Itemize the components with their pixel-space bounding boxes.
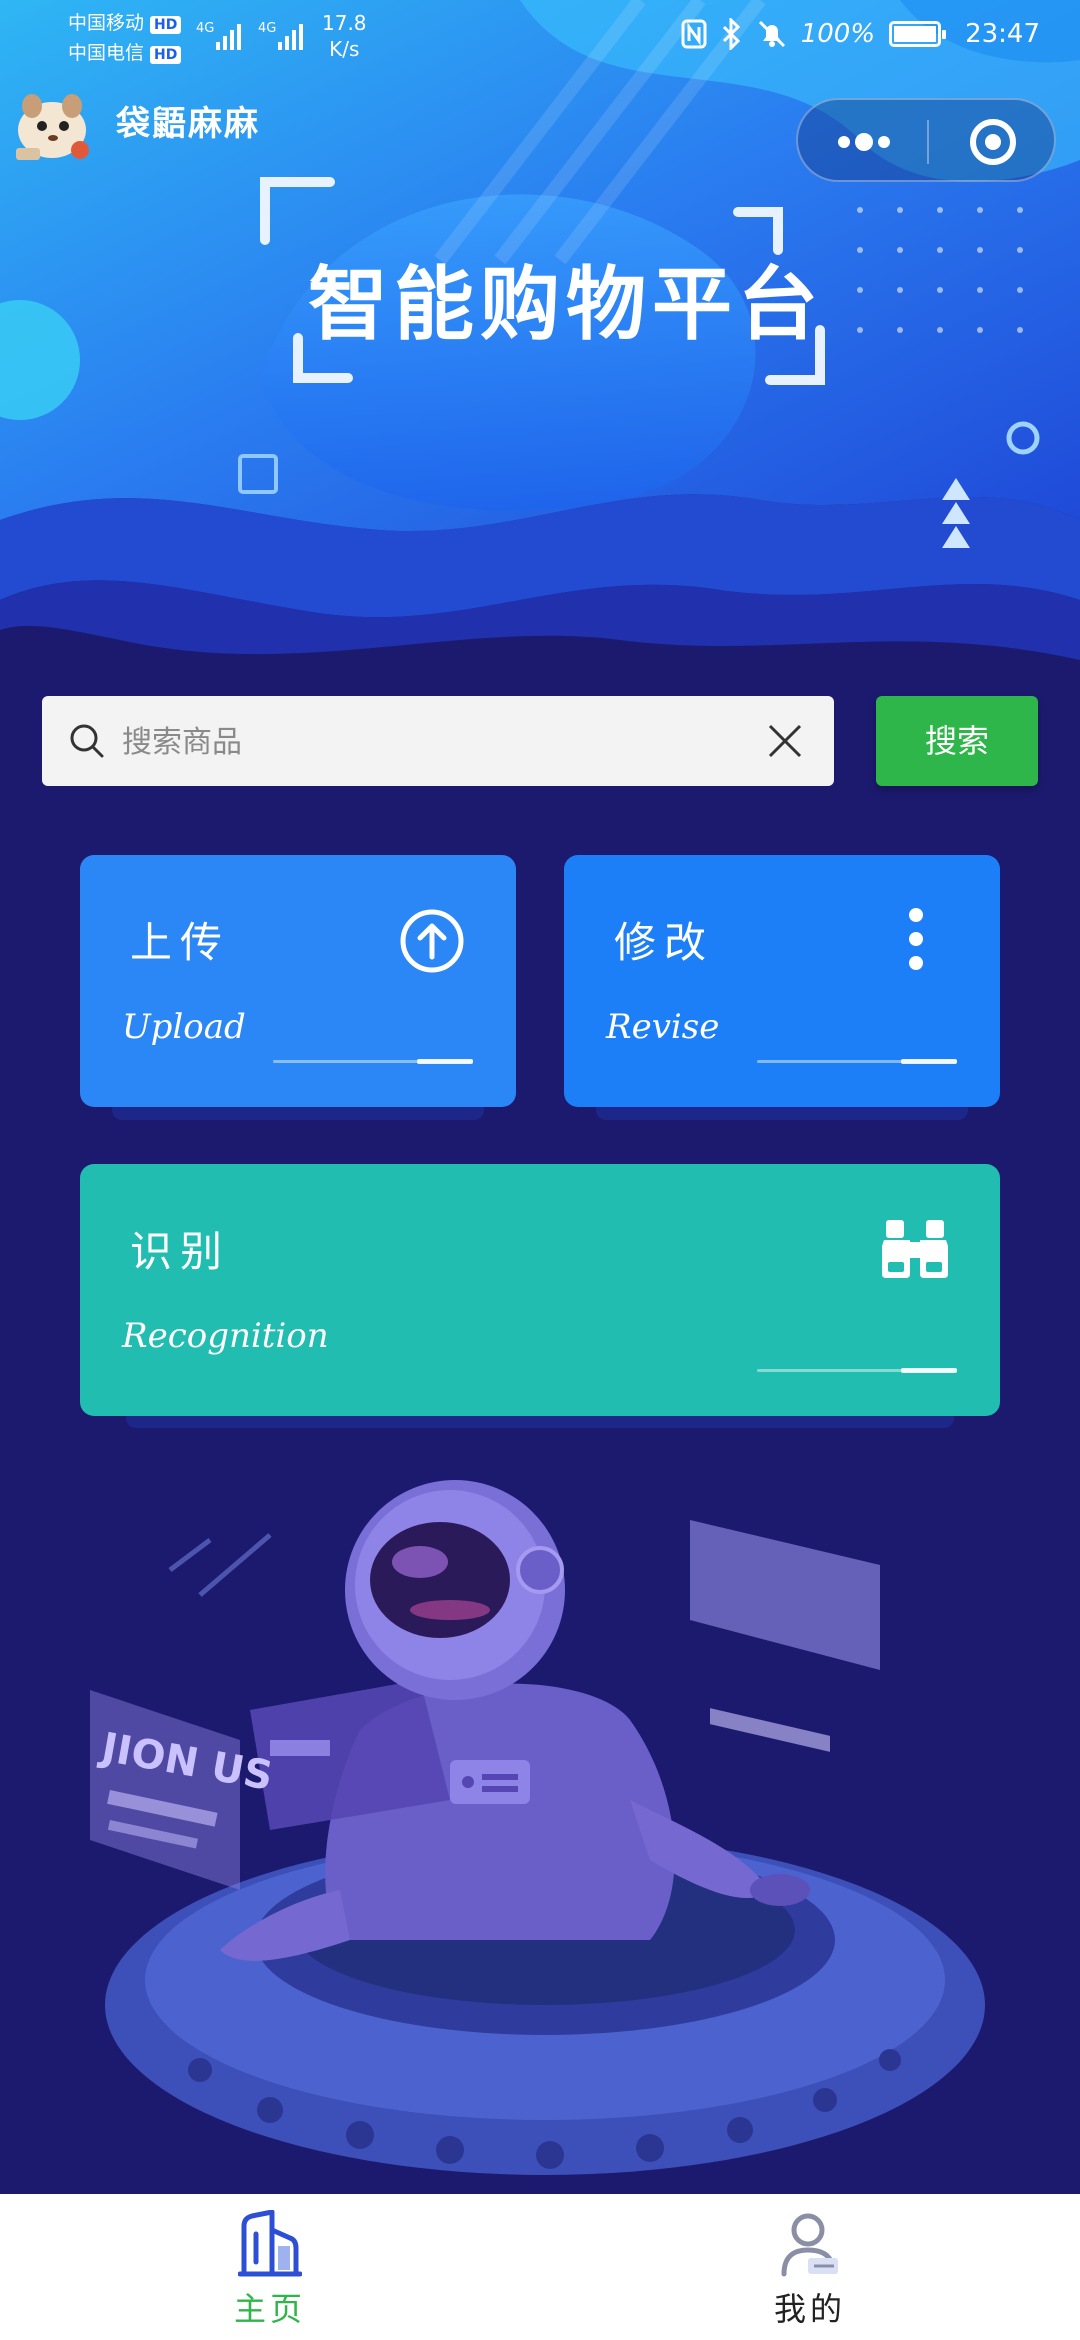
status-bar: 中国移动 HD 中国电信 HD 4G 4G 17.8 K/s 100% 23:47 xyxy=(0,0,1080,70)
astronaut-illustration: JION US xyxy=(90,1480,985,2175)
bottom-tab-bar: 主页 我的 xyxy=(0,2194,1080,2340)
card-progress-line xyxy=(757,1368,957,1373)
close-miniprogram-button[interactable] xyxy=(929,100,1057,180)
hd-badge: HD xyxy=(150,46,182,64)
app-name: 袋鼯麻麻 xyxy=(116,104,260,144)
search-bar xyxy=(42,696,834,788)
search-button[interactable]: 搜索 xyxy=(876,696,1038,786)
recognition-card-subtitle: Recognition xyxy=(122,1316,329,1356)
more-vertical-icon xyxy=(909,908,923,970)
clock: 23:47 xyxy=(965,19,1040,49)
more-dots-icon xyxy=(838,133,890,151)
battery-percent: 100% xyxy=(800,19,876,49)
tab-home-label: 主页 xyxy=(233,2290,306,2328)
tab-mine[interactable]: 我的 xyxy=(540,2194,1080,2340)
carrier-1: 中国移动 xyxy=(68,12,145,34)
target-close-icon xyxy=(970,119,1016,165)
miniprogram-capsule xyxy=(796,98,1056,182)
card-progress-line xyxy=(273,1059,473,1064)
hd-badge: HD xyxy=(150,16,182,34)
upload-card[interactable]: 上传 Upload xyxy=(80,855,516,1107)
nfc-icon xyxy=(681,19,707,49)
app-logo xyxy=(16,94,89,160)
binoculars-icon xyxy=(882,1220,948,1278)
user-profile-icon xyxy=(781,2213,838,2277)
signal-icon: 4G 4G xyxy=(196,21,303,50)
upload-card-subtitle: Upload xyxy=(122,1007,246,1047)
mute-bell-icon xyxy=(758,20,785,48)
card-progress-line xyxy=(757,1059,957,1064)
battery-icon xyxy=(889,21,947,47)
network-speed: 17.8 K/s xyxy=(322,11,367,61)
banner-title: 智能购物平台 xyxy=(308,257,824,351)
recognition-card[interactable]: 识别 Recognition xyxy=(80,1164,1000,1416)
revise-card-title: 修改 xyxy=(614,918,715,967)
more-options-button[interactable] xyxy=(798,100,926,180)
clear-search-icon[interactable] xyxy=(766,722,804,760)
svg-text:4G: 4G xyxy=(258,21,276,36)
carrier-info: 中国移动 HD 中国电信 HD xyxy=(68,8,182,68)
home-building-icon xyxy=(238,2210,302,2277)
revise-card[interactable]: 修改 Revise xyxy=(564,855,1000,1107)
tab-home[interactable]: 主页 xyxy=(0,2194,540,2340)
search-icon xyxy=(70,724,104,758)
search-input[interactable] xyxy=(120,696,764,788)
bluetooth-icon xyxy=(722,18,740,50)
recognition-card-title: 识别 xyxy=(130,1227,231,1276)
page: 中国移动 HD 中国电信 HD 4G 4G 17.8 K/s 100% 23:47 xyxy=(0,0,1080,2340)
carrier-2: 中国电信 xyxy=(68,42,145,64)
svg-text:4G: 4G xyxy=(196,21,214,36)
revise-card-subtitle: Revise xyxy=(606,1007,720,1047)
upload-arrow-icon xyxy=(400,909,464,973)
tab-mine-label: 我的 xyxy=(773,2290,846,2328)
upload-card-title: 上传 xyxy=(130,918,231,967)
status-right: 100% 23:47 xyxy=(681,18,1040,50)
